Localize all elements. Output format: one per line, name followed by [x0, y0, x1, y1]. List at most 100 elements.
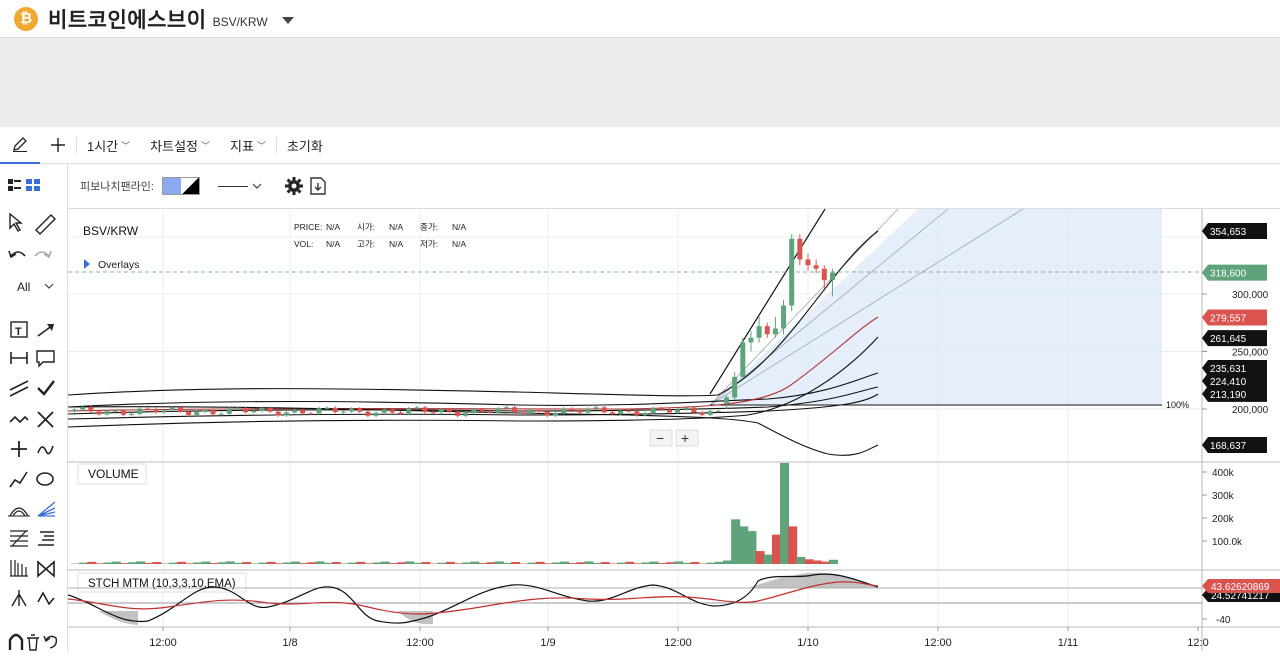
drawing-tools-icons: All T: [0, 164, 68, 651]
candle-body: [545, 412, 550, 416]
candle-body: [422, 407, 427, 412]
magnet-icon[interactable]: [10, 635, 22, 650]
stoch-tick-label: -40: [1216, 615, 1231, 626]
stoch-tag-label: 43.62620869: [1211, 582, 1270, 593]
candle-body: [822, 269, 827, 281]
time-axis[interactable]: 12:001/812:001/912:001/1012:001/1112:0: [149, 627, 1208, 649]
draw-tools-toggle[interactable]: [0, 127, 40, 164]
candle-body: [537, 410, 542, 412]
market-dropdown-caret-icon[interactable]: [282, 17, 294, 24]
reset-button[interactable]: 초기화: [277, 136, 333, 155]
volume-bar: [593, 563, 602, 564]
price-chart[interactable]: 100% BSV/KRW Overlays PRICE: N/A 시가: N/A…: [68, 209, 1280, 651]
candle-body: [292, 410, 297, 412]
chart-settings-dropdown[interactable]: 차트설정﹀: [140, 136, 220, 155]
fib-arc-icon[interactable]: [8, 508, 30, 516]
trash-icon[interactable]: [27, 635, 39, 650]
tool-filter-label: All: [17, 280, 30, 294]
fill-color-picker[interactable]: [162, 177, 200, 195]
pitchfork-icon[interactable]: [12, 590, 26, 606]
redo-icon[interactable]: [35, 251, 51, 257]
legend-symbol: BSV/KRW: [83, 224, 139, 238]
text-icon[interactable]: T: [11, 322, 27, 338]
vol-value: N/A: [326, 239, 341, 249]
line-style-dropdown[interactable]: [218, 182, 262, 190]
list-view-icon[interactable]: [8, 179, 21, 191]
hourglass-icon[interactable]: [38, 562, 54, 576]
arrow-icon[interactable]: [38, 324, 54, 336]
candle-body: [496, 408, 501, 412]
grid-view-icon[interactable]: [26, 179, 40, 191]
interval-dropdown[interactable]: 1시간﹀: [77, 136, 140, 155]
volume-bar: [454, 563, 463, 564]
candle-body: [618, 411, 623, 414]
volume-bar: [291, 562, 300, 564]
undo-icon[interactable]: [9, 251, 25, 257]
candle-body: [659, 408, 664, 410]
volume-bar: [511, 562, 520, 564]
volume-bar: [299, 563, 308, 564]
stoch-axis[interactable]: 24.5274121743.62620869-40: [1202, 579, 1280, 626]
tool-filter-select[interactable]: All: [17, 280, 53, 294]
zoom-out-button[interactable]: −: [650, 430, 672, 446]
rotate-icon[interactable]: [44, 636, 56, 648]
ruler-icon[interactable]: [36, 215, 55, 234]
plus-cross-icon[interactable]: [11, 441, 27, 457]
volume-bar: [658, 563, 667, 564]
indicators-dropdown[interactable]: 지표﹀: [220, 136, 276, 155]
add-indicator-button[interactable]: [40, 137, 76, 153]
volume-tick-label: 300k: [1212, 491, 1235, 502]
candle-body: [643, 413, 648, 415]
chevron-down-icon: ﹀: [201, 139, 210, 152]
fib-level-label: 100%: [1166, 400, 1189, 410]
callout-icon[interactable]: [37, 351, 54, 366]
candle-body: [88, 407, 93, 411]
zoom-in-button[interactable]: +: [676, 430, 698, 446]
candle-body: [577, 411, 582, 413]
polyline-icon[interactable]: [10, 472, 27, 487]
candle-body: [757, 326, 762, 338]
wave-icon[interactable]: [10, 417, 28, 422]
parallel-lines-icon[interactable]: [10, 381, 28, 396]
candle-body: [235, 408, 240, 409]
volume-bar: [185, 563, 194, 564]
time-label: 12:00: [149, 637, 177, 649]
candle-body: [227, 408, 232, 413]
candle-body: [431, 412, 436, 413]
volume-bar: [275, 563, 284, 564]
gear-icon[interactable]: [284, 176, 304, 196]
fib-fan-icon[interactable]: [38, 502, 55, 516]
volume-bar: [218, 562, 227, 564]
volume-bar: [470, 562, 479, 564]
volume-bar: [495, 561, 504, 564]
volume-bar: [136, 561, 145, 564]
cursor-icon[interactable]: [10, 214, 21, 231]
overlays-label[interactable]: Overlays: [98, 259, 139, 271]
fib-retracement-icon[interactable]: [10, 531, 28, 546]
check-icon[interactable]: [38, 381, 54, 394]
download-icon[interactable]: [308, 175, 328, 197]
chart-area[interactable]: 100% BSV/KRW Overlays PRICE: N/A 시가: N/A…: [68, 209, 1280, 651]
cross-icon[interactable]: [38, 412, 53, 427]
candle-body: [137, 409, 142, 414]
candle-body: [765, 326, 770, 334]
volume-axis[interactable]: 400k300k200k100.0k: [1202, 468, 1243, 548]
fib-levels-icon[interactable]: [38, 532, 54, 545]
curve-icon[interactable]: [38, 446, 53, 454]
volume-bar: [536, 562, 545, 564]
zigzag-icon[interactable]: [38, 593, 54, 604]
overlays-toggle-icon[interactable]: [84, 259, 90, 269]
candle-body: [504, 407, 509, 408]
candle-body: [528, 410, 533, 413]
range-icon[interactable]: [11, 352, 27, 364]
volume-bar: [348, 563, 357, 564]
candle-body: [341, 412, 346, 413]
candle-body: [814, 265, 819, 268]
fib-timezone-icon[interactable]: [10, 560, 28, 576]
fill-color-swatch: [163, 178, 181, 194]
plus-icon: [50, 137, 66, 153]
candle-body: [716, 411, 721, 412]
ellipse-icon[interactable]: [37, 473, 53, 485]
coin-name: 비트코인에스브이: [48, 4, 207, 34]
volume-bar: [527, 563, 536, 564]
